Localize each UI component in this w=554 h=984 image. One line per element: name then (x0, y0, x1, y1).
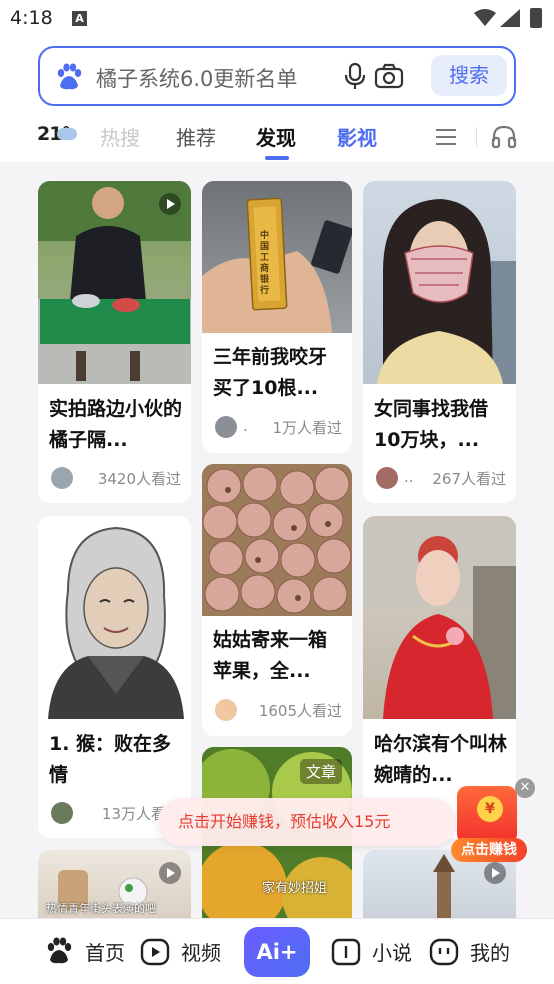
avatar (215, 416, 237, 438)
feed-card-3[interactable]: 女同事找我借10万块，... .. 267人看过 (363, 181, 516, 503)
card-thumbnail (363, 516, 516, 719)
avatar (51, 467, 73, 489)
tab-film-tv[interactable]: 影视 (337, 122, 377, 151)
nav-profile-label: 我的 (470, 941, 510, 965)
status-bar: 4:18 A (0, 0, 554, 38)
headset-icon[interactable] (491, 124, 517, 150)
avatar (215, 699, 237, 721)
play-icon (159, 862, 181, 884)
tab-discover[interactable]: 发现 (256, 122, 296, 151)
article-badge: 文章 (299, 759, 342, 784)
camera-icon[interactable] (374, 63, 404, 89)
old-woman-illustration (48, 526, 184, 719)
nav-novel-label: 小说 (372, 941, 412, 965)
close-icon[interactable]: ✕ (515, 778, 535, 798)
card-meta: 1605人看过 (213, 699, 344, 723)
ai-assistant-button[interactable]: Ai+ (244, 927, 310, 977)
active-tab-indicator (265, 156, 289, 160)
coin-icon: ¥ (477, 796, 503, 822)
apples-image (202, 464, 352, 616)
microphone-icon[interactable] (344, 62, 366, 90)
book-icon (331, 938, 361, 966)
baidu-paw-icon (57, 63, 82, 90)
bottom-nav: 首页 视频 Ai+ 小说 我的 (0, 918, 554, 984)
author-name: . (243, 417, 248, 435)
battery-icon (530, 8, 542, 28)
search-query-text[interactable]: 橘子系统6.0更新名单 (96, 63, 297, 93)
red-packet-icon: ¥ (457, 786, 517, 844)
feed-card-1[interactable]: 实拍路边小伙的橘子隔... 3420人看过 (38, 181, 191, 503)
gold-bar-image (202, 197, 352, 333)
card-title[interactable]: 三年前我咬牙买了10根... (213, 342, 344, 404)
profile-face-icon (429, 938, 459, 966)
tab-recommend[interactable]: 推荐 (176, 122, 216, 151)
card-thumbnail: 中国工商银行 (202, 181, 352, 333)
status-time: 4:18 (10, 7, 53, 29)
card-meta: 3420人看过 (49, 467, 183, 491)
feed-card-4[interactable]: 1. 猴：败在多情 13万人看过 (38, 516, 191, 838)
red-packet-widget[interactable]: ¥ ✕ 点击赚钱 (451, 778, 535, 862)
card-thumbnail (202, 464, 352, 616)
author-name: .. (404, 468, 414, 486)
notification-a-icon: A (72, 11, 87, 26)
wifi-icon (474, 9, 496, 26)
card-meta: .. 267人看过 (374, 467, 508, 491)
category-tabs: 21° 热搜 推荐 发现 影视 (0, 118, 554, 160)
feed-card-2[interactable]: 中国工商银行 三年前我咬牙买了10根... . 1万人看过 (202, 181, 352, 453)
card-title[interactable]: 女同事找我借10万块，... (374, 394, 508, 456)
signal-icon (500, 9, 520, 27)
view-count: 1万人看过 (272, 419, 342, 437)
home-paw-icon (47, 937, 72, 964)
header: 橘子系统6.0更新名单 搜索 21° 热搜 推荐 发现 影视 (0, 38, 554, 162)
avatar (51, 802, 73, 824)
feed-card-5[interactable]: 姑姑寄来一箱苹果，全... 1605人看过 (202, 464, 352, 736)
nav-home-label: 首页 (85, 941, 125, 965)
view-count: 3420人看过 (97, 470, 181, 488)
cloud-icon (57, 128, 77, 140)
card-title[interactable]: 姑姑寄来一箱苹果，全... (213, 625, 344, 687)
card-meta: . 1万人看过 (213, 416, 344, 440)
earn-money-button[interactable]: 点击赚钱 (451, 838, 527, 862)
video-icon (140, 938, 170, 966)
nav-video-label: 视频 (181, 941, 221, 965)
search-button[interactable]: 搜索 (431, 55, 507, 96)
search-box[interactable]: 橘子系统6.0更新名单 搜索 (38, 46, 516, 106)
card-thumbnail (38, 516, 191, 719)
weather-widget[interactable]: 21° (37, 123, 77, 145)
bride-image (363, 516, 516, 719)
woman-mask-image (377, 199, 516, 384)
card-thumbnail (38, 181, 191, 384)
view-count: 1605人看过 (258, 702, 342, 720)
play-icon (159, 193, 181, 215)
thumbnail-caption: 热情青年街头表演的吧 (46, 902, 156, 915)
earn-money-banner[interactable]: 点击开始赚钱，预估收入15元 (158, 798, 456, 846)
card-thumbnail (363, 181, 516, 384)
menu-icon[interactable] (435, 127, 457, 147)
card-title[interactable]: 实拍路边小伙的橘子隔... (49, 394, 183, 456)
tab-divider (476, 127, 477, 147)
view-count: 267人看过 (432, 470, 506, 488)
gold-bar-inscription: 中国工商银行 (260, 231, 270, 296)
play-icon (484, 862, 506, 884)
card-title[interactable]: 1. 猴：败在多情 (49, 729, 183, 791)
tab-hot-search[interactable]: 热搜 (100, 122, 140, 151)
thumbnail-caption: 家有妙招姐 (262, 881, 328, 896)
avatar (376, 467, 398, 489)
